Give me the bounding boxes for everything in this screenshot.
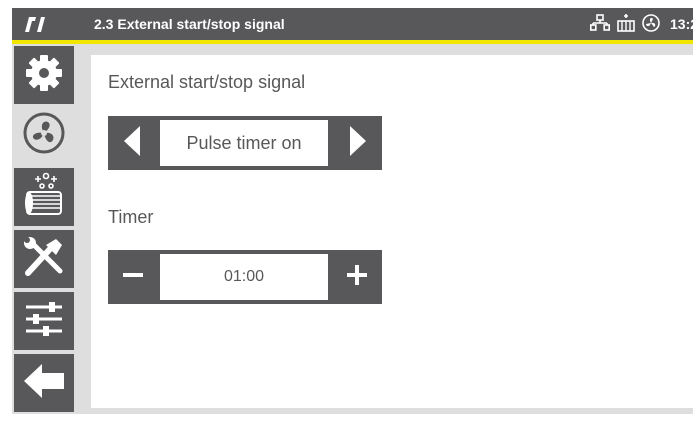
content-panel: External start/stop signal Pulse timer o… bbox=[91, 55, 693, 408]
sliders-icon bbox=[22, 297, 66, 345]
decrease-timer-button[interactable] bbox=[108, 250, 158, 304]
logo-icon bbox=[22, 14, 48, 34]
minus-icon bbox=[122, 264, 144, 290]
signal-selector: Pulse timer on bbox=[108, 116, 382, 170]
signal-label: External start/stop signal bbox=[108, 72, 306, 92]
next-option-button[interactable] bbox=[332, 116, 382, 170]
page-title: 2.3 External start/stop signal bbox=[94, 16, 285, 32]
timer-stepper: 01:00 bbox=[108, 250, 382, 304]
timer-label: Timer bbox=[108, 207, 154, 227]
sidebar-item-service[interactable] bbox=[14, 230, 74, 288]
gear-icon bbox=[24, 53, 64, 97]
sidebar-item-back[interactable] bbox=[14, 354, 74, 412]
sidebar-item-settings[interactable] bbox=[14, 46, 74, 104]
tools-icon bbox=[22, 235, 66, 283]
fan-status-icon bbox=[642, 14, 660, 32]
network-icon bbox=[590, 14, 610, 32]
clock: 13:2 bbox=[670, 16, 693, 32]
timer-value[interactable]: 01:00 bbox=[160, 254, 328, 300]
sidebar bbox=[12, 44, 76, 414]
previous-option-button[interactable] bbox=[108, 116, 158, 170]
chevron-right-icon bbox=[346, 126, 368, 160]
heater-icon bbox=[616, 14, 636, 32]
plus-icon bbox=[346, 264, 368, 290]
top-bar: 2.3 External start/stop signal 13:2 bbox=[12, 8, 693, 40]
sidebar-item-filter[interactable] bbox=[14, 168, 74, 226]
accent-bar bbox=[12, 40, 693, 44]
chevron-left-icon bbox=[122, 126, 144, 160]
sidebar-item-controls[interactable] bbox=[14, 292, 74, 350]
increase-timer-button[interactable] bbox=[332, 250, 382, 304]
filter-icon bbox=[21, 172, 67, 222]
fan-icon bbox=[22, 111, 66, 159]
signal-value: Pulse timer on bbox=[160, 120, 328, 166]
sidebar-item-fan[interactable] bbox=[14, 106, 74, 164]
back-arrow-icon bbox=[22, 361, 66, 405]
